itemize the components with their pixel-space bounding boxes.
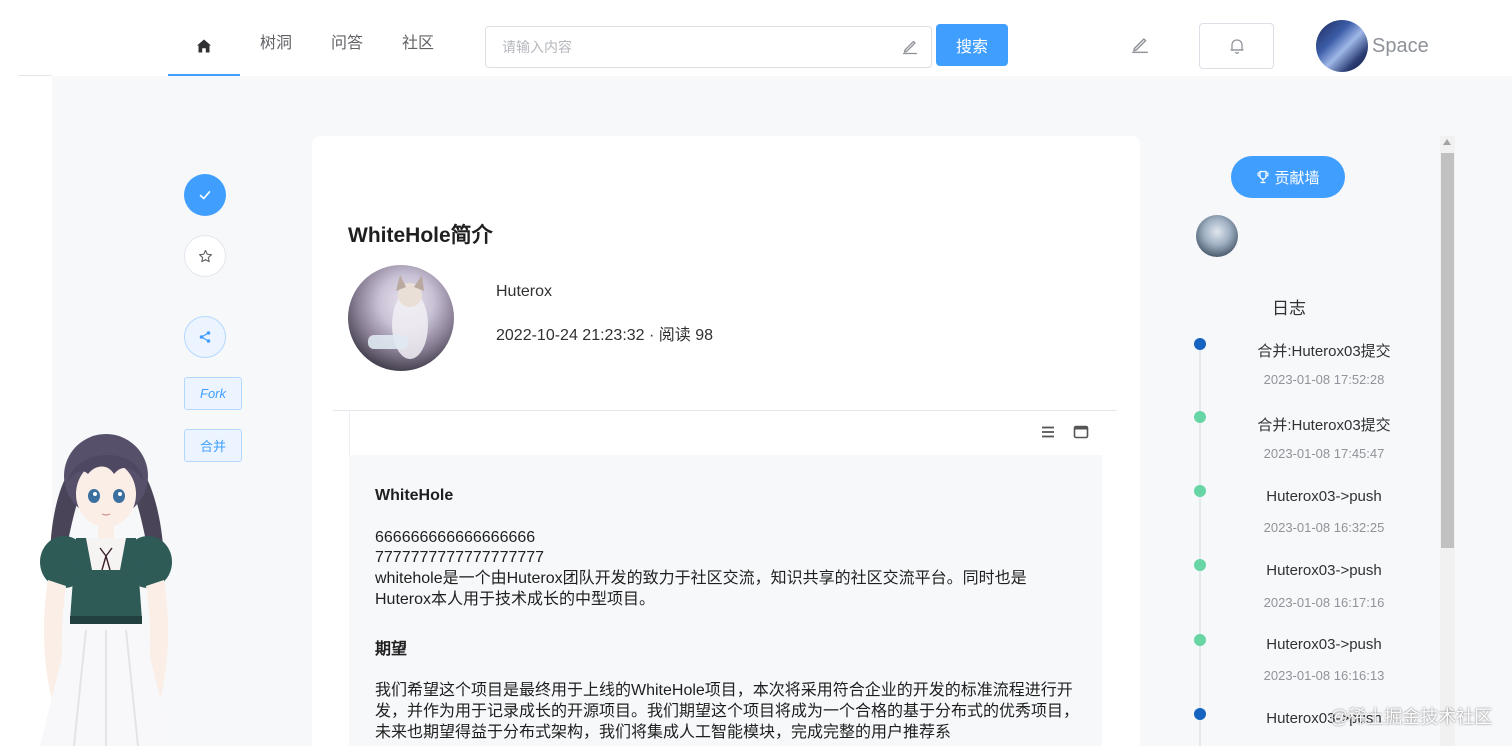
markdown-toolbar <box>349 411 1102 455</box>
fullscreen-icon[interactable] <box>1073 424 1089 445</box>
user-avatar[interactable] <box>1316 20 1368 72</box>
article-title: WhiteHole简介 <box>348 224 493 247</box>
share-icon <box>199 331 211 343</box>
contributor-avatar[interactable] <box>1196 215 1238 257</box>
nav-home-tab[interactable] <box>168 20 240 76</box>
content-heading: WhiteHole <box>375 487 454 504</box>
timeline-message: 合并:Huterox03提交 <box>1257 417 1391 434</box>
fork-button[interactable]: Fork <box>184 377 242 410</box>
edit-pen-icon[interactable] <box>1130 34 1150 59</box>
search-box <box>485 26 932 68</box>
favorite-button[interactable] <box>184 235 226 277</box>
search-button[interactable]: 搜索 <box>936 24 1008 66</box>
content-line: 666666666666666666 <box>375 529 536 546</box>
content-paragraph: whitehole是一个由Huterox团队开发的致力于社区交流，知识共享的社区… <box>375 570 1027 608</box>
timeline-dot <box>1194 338 1206 350</box>
timeline-dot <box>1194 634 1206 646</box>
top-nav-bar: 树洞 问答 社区 搜索 Space <box>0 0 1512 76</box>
star-icon <box>198 249 212 262</box>
avatar-illustration <box>368 275 428 359</box>
contribution-wall-label: 贡献墙 <box>1274 169 1320 187</box>
timeline-time: 2023-01-08 16:32:25 <box>1263 520 1385 535</box>
watermark: @稀土掘金技术社区 <box>1330 707 1493 727</box>
content-paragraph: 我们希望这个项目是最终用于上线的WhiteHole项目，本次将采用符合企业的开发… <box>375 682 1080 741</box>
content-heading: 期望 <box>375 641 408 658</box>
timeline-message: Huterox03->push <box>1266 488 1382 505</box>
content-line: 7777777777777777777 <box>375 549 545 566</box>
timeline-time: 2023-01-08 16:17:16 <box>1263 595 1385 610</box>
nav-tab-community[interactable]: 社区 <box>402 34 434 54</box>
timeline-message: Huterox03->push <box>1266 636 1382 653</box>
author-name[interactable]: Huterox <box>496 283 552 301</box>
nav-tab-treehole[interactable]: 树洞 <box>260 34 292 54</box>
search-input[interactable] <box>502 37 882 57</box>
timeline-time: 2023-01-08 17:45:47 <box>1263 446 1385 461</box>
nav-tab-qa[interactable]: 问答 <box>331 34 363 54</box>
post-meta: 2022-10-24 21:23:32 · 阅读 98 <box>496 327 714 344</box>
edit-pen-icon[interactable] <box>901 37 919 60</box>
bell-icon <box>1230 39 1243 54</box>
timeline-line <box>1199 345 1201 746</box>
author-avatar[interactable] <box>348 265 454 371</box>
timeline-dot <box>1194 559 1206 571</box>
check-icon <box>199 191 211 200</box>
notification-button[interactable] <box>1199 23 1274 69</box>
timeline-dot <box>1194 708 1206 720</box>
timeline-message: 合并:Huterox03提交 <box>1257 343 1391 360</box>
scroll-up-arrow[interactable] <box>1443 139 1451 145</box>
timeline-message: Huterox03->push <box>1266 562 1382 579</box>
like-button[interactable] <box>184 174 226 216</box>
mascot-character[interactable] <box>30 430 200 746</box>
contribution-wall-button[interactable]: 贡献墙 <box>1231 156 1345 198</box>
scrollbar-thumb[interactable] <box>1441 153 1454 548</box>
header-divider <box>18 75 52 76</box>
user-name[interactable]: Space <box>1372 35 1429 58</box>
log-title: 日志 <box>1272 299 1306 318</box>
timeline-time: 2023-01-08 16:16:13 <box>1263 668 1385 683</box>
share-button[interactable] <box>184 316 226 358</box>
catalog-icon[interactable] <box>1040 424 1056 445</box>
timeline-time: 2023-01-08 17:52:28 <box>1263 372 1385 387</box>
timeline-dot <box>1194 485 1206 497</box>
trophy-icon <box>1257 170 1270 184</box>
home-icon <box>197 39 211 53</box>
timeline-dot <box>1194 411 1206 423</box>
